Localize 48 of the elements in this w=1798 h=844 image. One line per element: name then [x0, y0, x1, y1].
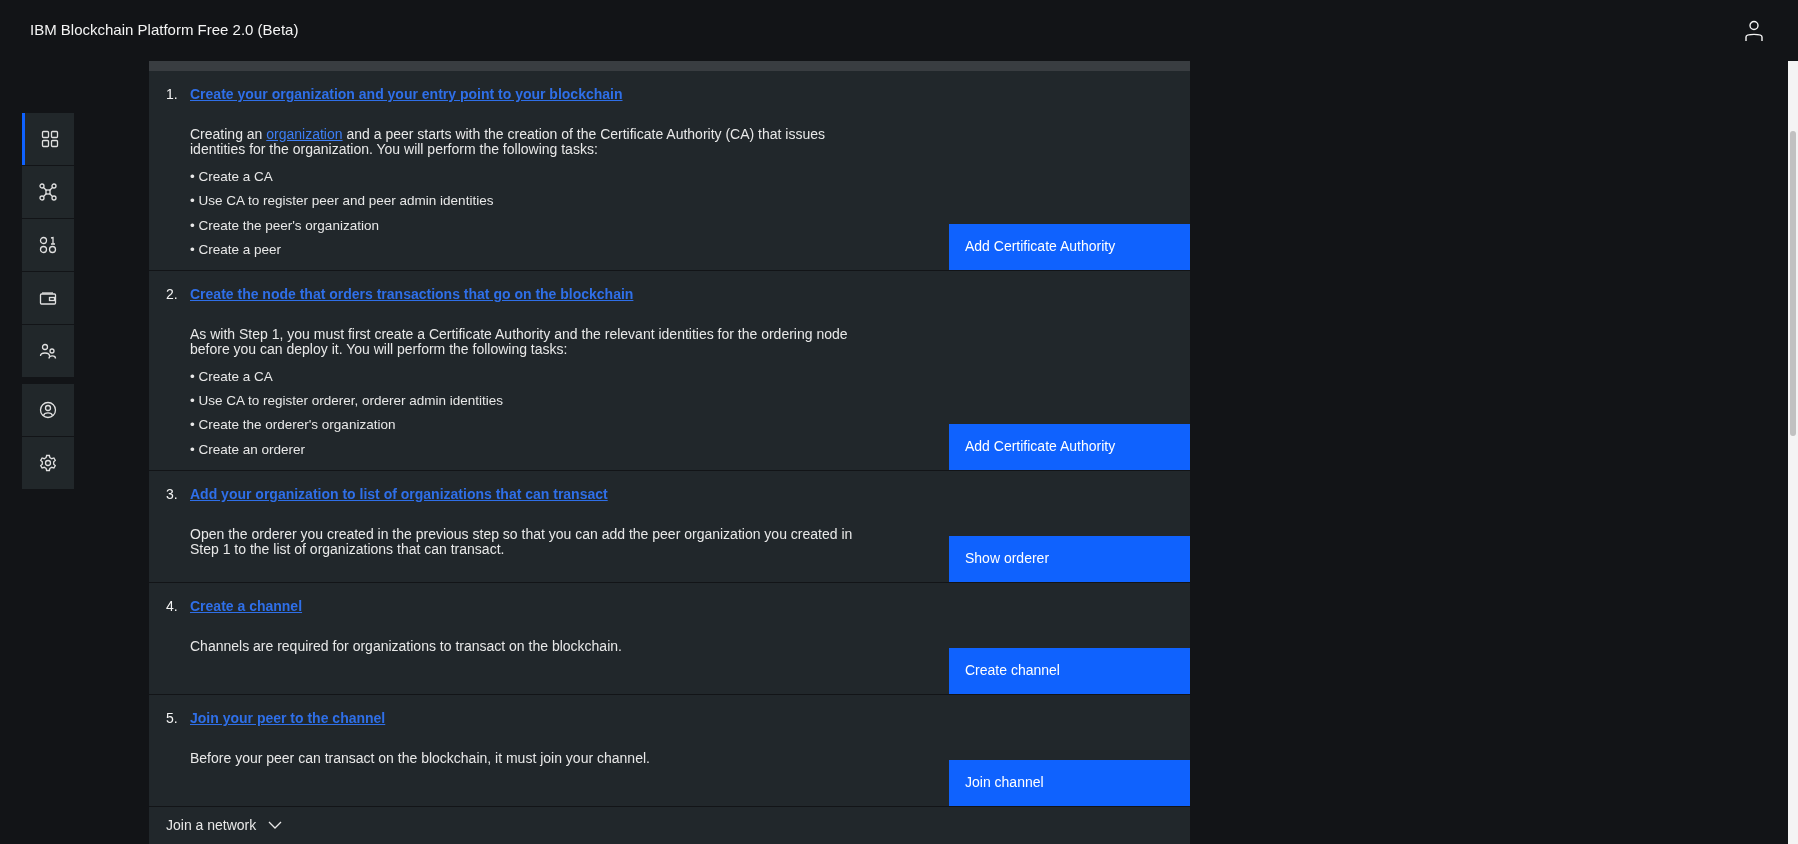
- step-title-link[interactable]: Create your organization and your entry point to your blockchain: [190, 84, 623, 105]
- chevron-icon: [268, 821, 283, 830]
- sidebar-nav-button[interactable]: [22, 325, 74, 377]
- task-item: • Create the orderer's organization: [190, 416, 397, 435]
- task-item: • Create a CA: [190, 168, 274, 186]
- user-circle-icon: [39, 401, 57, 419]
- task-item: • Create the peer's organization: [190, 216, 380, 235]
- step-description: Open the orderer you created in the previous step so that you can add the peer organization you created in Step 1 to the list of organizations that can transact.: [190, 526, 854, 557]
- step-number: 2.: [166, 284, 179, 304]
- step-action-button[interactable]: Add Certificate Authority: [949, 423, 1190, 470]
- step-description: Before your peer can transact on the blockchain, it must join your channel.: [190, 750, 651, 766]
- user-profile-icon[interactable]: [1744, 19, 1764, 42]
- step-number: 4.: [166, 596, 179, 616]
- sidebar-nav-button[interactable]: [22, 272, 74, 324]
- step-number: 1.: [166, 85, 179, 104]
- step-number: 3.: [166, 484, 179, 504]
- step-title-link[interactable]: Join your peer to the channel: [190, 707, 386, 729]
- task-item: • Use CA to register orderer, orderer admin identities: [190, 392, 505, 411]
- step-number: 5.: [166, 708, 179, 728]
- task-item: • Create an orderer: [190, 440, 307, 459]
- step-description: Creating an organization and a peer starts with the creation of the Certificate Authority (CA) that issues identities for the organization. You will perform the following tasks:: [190, 127, 826, 157]
- wallet-icon: [39, 289, 57, 307]
- step-title-link[interactable]: Create a channel: [190, 595, 303, 617]
- sidebar-nav-button[interactable]: [22, 166, 74, 218]
- scrollbar-thumb[interactable]: [1790, 131, 1796, 436]
- network-nodes-icon: [39, 183, 57, 201]
- task-item: • Create a peer: [190, 240, 283, 259]
- settings-icon: [39, 454, 57, 472]
- step-action-button[interactable]: Create channel: [949, 647, 1190, 694]
- sidebar-nav-button[interactable]: [22, 113, 74, 165]
- users-icon: [39, 342, 57, 360]
- app-title: IBM Blockchain Platform Free 2.0 (Beta): [30, 20, 299, 41]
- step-title-link[interactable]: Create the node that orders transactions that go on the blockchain: [190, 283, 634, 305]
- step-action-button[interactable]: Show orderer: [949, 535, 1190, 582]
- step-title-link[interactable]: Add your organization to list of organizations that can transact: [190, 483, 608, 505]
- step-action-button[interactable]: Join channel: [949, 759, 1190, 806]
- sidebar-nav-button[interactable]: [22, 219, 74, 271]
- dashboard-grid-icon: [40, 130, 59, 148]
- binary-icon: [39, 236, 57, 254]
- sidebar-nav-button[interactable]: [22, 384, 74, 436]
- task-item: • Create a CA: [190, 367, 274, 386]
- join-network-toggle[interactable]: Join a network: [149, 806, 1190, 844]
- organization-link[interactable]: organization: [266, 126, 343, 142]
- step-description: As with Step 1, you must first create a Certificate Authority and the relevant identities for the ordering node before you can deploy it. You will perform the following tasks:: [190, 326, 849, 357]
- task-item: • Use CA to register peer and peer admin identities: [190, 192, 495, 211]
- sidebar-nav-button[interactable]: [22, 437, 74, 489]
- step-action-button[interactable]: Add Certificate Authority: [949, 223, 1190, 270]
- step-description: Channels are required for organizations to transact on the blockchain.: [190, 638, 623, 654]
